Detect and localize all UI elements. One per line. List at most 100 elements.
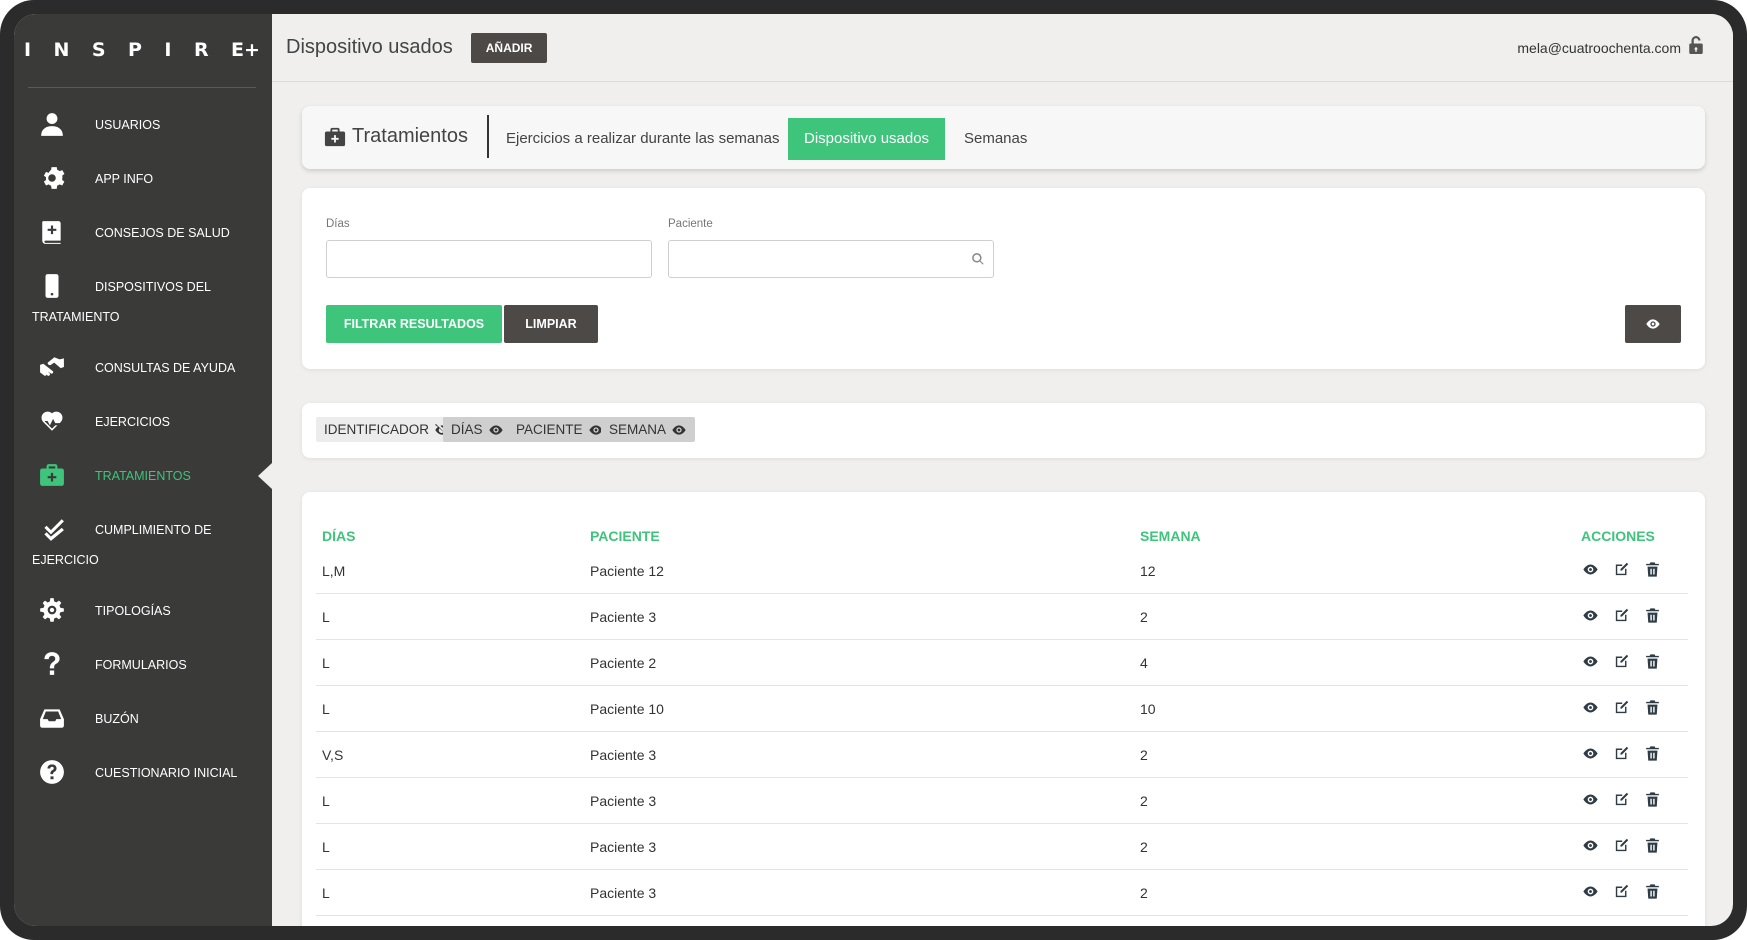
cell-semana: 12 xyxy=(1140,563,1156,579)
sidebar-item-label-continued: EJERCICIO xyxy=(32,553,99,567)
medical-book-icon xyxy=(38,218,66,246)
view-icon[interactable] xyxy=(1582,791,1600,809)
chip-label: DÍAS xyxy=(451,422,483,437)
question-circle-icon xyxy=(38,758,66,786)
trash-icon[interactable] xyxy=(1644,561,1662,579)
paciente-label: Paciente xyxy=(668,218,713,230)
app-logo[interactable]: I N S P I R E+ xyxy=(24,32,262,68)
view-icon[interactable] xyxy=(1582,883,1600,901)
gear-icon xyxy=(38,164,66,192)
cell-dias: L xyxy=(322,793,330,809)
logo-letter: N xyxy=(53,39,70,61)
filter-card: Días Paciente FILTRAR RESULTADOS LIMPIAR xyxy=(302,188,1705,369)
chip-dias[interactable]: DÍAS xyxy=(443,417,512,442)
cell-dias: L xyxy=(322,701,330,717)
question-icon xyxy=(38,650,66,678)
paciente-input[interactable] xyxy=(668,240,994,278)
filter-results-button[interactable]: FILTRAR RESULTADOS xyxy=(326,305,502,343)
edit-icon[interactable] xyxy=(1613,883,1631,901)
logout-lock-icon[interactable] xyxy=(1687,34,1705,56)
edit-icon[interactable] xyxy=(1613,607,1631,625)
toggle-columns-button[interactable] xyxy=(1625,305,1681,343)
trash-icon[interactable] xyxy=(1644,837,1662,855)
view-icon[interactable] xyxy=(1582,607,1600,625)
trash-icon[interactable] xyxy=(1644,791,1662,809)
medkit-icon xyxy=(324,127,346,146)
top-bar: Dispositivo usados AÑADIR mela@cuatrooch… xyxy=(272,14,1733,82)
device-frame: I N S P I R E+ USUARIOS APP INFO CONSEJO… xyxy=(0,0,1747,940)
view-icon[interactable] xyxy=(1582,745,1600,763)
sidebar-item-label: CUMPLIMIENTO DE xyxy=(95,523,212,537)
cell-semana: 2 xyxy=(1140,747,1148,763)
cell-dias: L xyxy=(322,839,330,855)
logo-letter: I xyxy=(164,39,172,61)
cell-paciente: Paciente 3 xyxy=(590,747,657,763)
tab-semanas[interactable]: Semanas xyxy=(948,118,1043,160)
edit-icon[interactable] xyxy=(1613,699,1631,717)
cell-dias: L xyxy=(322,885,330,901)
edit-icon[interactable] xyxy=(1613,653,1631,671)
edit-icon[interactable] xyxy=(1613,561,1631,579)
cell-paciente: Paciente 2 xyxy=(590,655,657,671)
logo-letter: E+ xyxy=(231,39,260,61)
sidebar-item-tratamientos[interactable]: TRATAMIENTOS xyxy=(14,461,191,491)
tab-ejercicios[interactable]: Ejercicios a realizar durante las semana… xyxy=(490,118,795,160)
clear-button[interactable]: LIMPIAR xyxy=(504,305,598,343)
inbox-icon xyxy=(38,704,66,732)
edit-icon[interactable] xyxy=(1613,837,1631,855)
sidebar-item-cumplimiento-de-ejercicio[interactable]: CUMPLIMIENTO DE EJERCICIO xyxy=(14,515,272,575)
view-icon[interactable] xyxy=(1582,699,1600,717)
column-header-paciente[interactable]: PACIENTE xyxy=(590,528,660,544)
dias-input[interactable] xyxy=(326,240,652,278)
sidebar-item-label-continued: TRATAMIENTO xyxy=(32,310,120,324)
sidebar-item-label: CUESTIONARIO INICIAL xyxy=(95,766,238,780)
sidebar-item-ejercicios[interactable]: EJERCICIOS xyxy=(14,407,170,437)
section-title: Tratamientos xyxy=(352,125,468,147)
chip-paciente[interactable]: PACIENTE xyxy=(508,417,612,442)
view-icon[interactable] xyxy=(1582,837,1600,855)
cell-semana: 2 xyxy=(1140,839,1148,855)
trash-icon[interactable] xyxy=(1644,745,1662,763)
logo-letter: S xyxy=(91,39,106,61)
cell-paciente: Paciente 10 xyxy=(590,701,664,717)
search-icon[interactable] xyxy=(971,252,987,268)
cell-dias: V,S xyxy=(322,747,344,763)
trash-icon[interactable] xyxy=(1644,653,1662,671)
cell-semana: 4 xyxy=(1140,655,1148,671)
chip-semana[interactable]: SEMANA xyxy=(601,417,696,442)
table-row: L,M Paciente 12 12 xyxy=(316,548,1688,594)
sidebar-item-consejos-de-salud[interactable]: CONSEJOS DE SALUD xyxy=(14,218,230,248)
cell-paciente: Paciente 3 xyxy=(590,839,657,855)
section-header: Tratamientos xyxy=(324,115,489,158)
hands-helping-icon xyxy=(38,353,66,381)
add-button[interactable]: AÑADIR xyxy=(470,32,548,63)
sidebar-item-buzon[interactable]: BUZÓN xyxy=(14,704,139,734)
table-row: L Paciente 2 4 xyxy=(316,640,1688,686)
page-title: Dispositivo usados xyxy=(286,36,453,58)
sidebar-item-formularios[interactable]: FORMULARIOS xyxy=(14,650,187,680)
edit-icon[interactable] xyxy=(1613,745,1631,763)
trash-icon[interactable] xyxy=(1644,883,1662,901)
column-visibility-card: IDENTIFICADOR DÍAS PACIENTE SEMANA xyxy=(302,403,1705,458)
table-row: L Paciente 3 2 xyxy=(316,824,1688,870)
sidebar-item-cuestionario-inicial[interactable]: CUESTIONARIO INICIAL xyxy=(14,758,237,788)
column-header-semana[interactable]: SEMANA xyxy=(1140,528,1201,544)
heartbeat-icon xyxy=(38,407,66,435)
eye-icon xyxy=(1646,319,1660,329)
cell-semana: 2 xyxy=(1140,885,1148,901)
trash-icon[interactable] xyxy=(1644,699,1662,717)
tab-dispositivo-usados[interactable]: Dispositivo usados xyxy=(788,118,946,160)
sidebar-item-usuarios[interactable]: USUARIOS xyxy=(14,110,160,140)
view-icon[interactable] xyxy=(1582,561,1600,579)
sidebar-item-tipologias[interactable]: TIPOLOGÍAS xyxy=(14,596,171,626)
view-icon[interactable] xyxy=(1582,653,1600,671)
sidebar-item-consultas-de-ayuda[interactable]: CONSULTAS DE AYUDA xyxy=(14,353,235,383)
sidebar-item-app-info[interactable]: APP INFO xyxy=(14,164,153,194)
logo-letter: R xyxy=(193,39,209,61)
trash-icon[interactable] xyxy=(1644,607,1662,625)
sidebar-item-dispositivos-del-tratamiento[interactable]: DISPOSITIVOS DEL TRATAMIENTO xyxy=(14,272,272,332)
medkit-icon xyxy=(38,461,66,489)
column-header-dias[interactable]: DÍAS xyxy=(322,528,355,544)
edit-icon[interactable] xyxy=(1613,791,1631,809)
chip-identificador[interactable]: IDENTIFICADOR xyxy=(316,417,459,442)
